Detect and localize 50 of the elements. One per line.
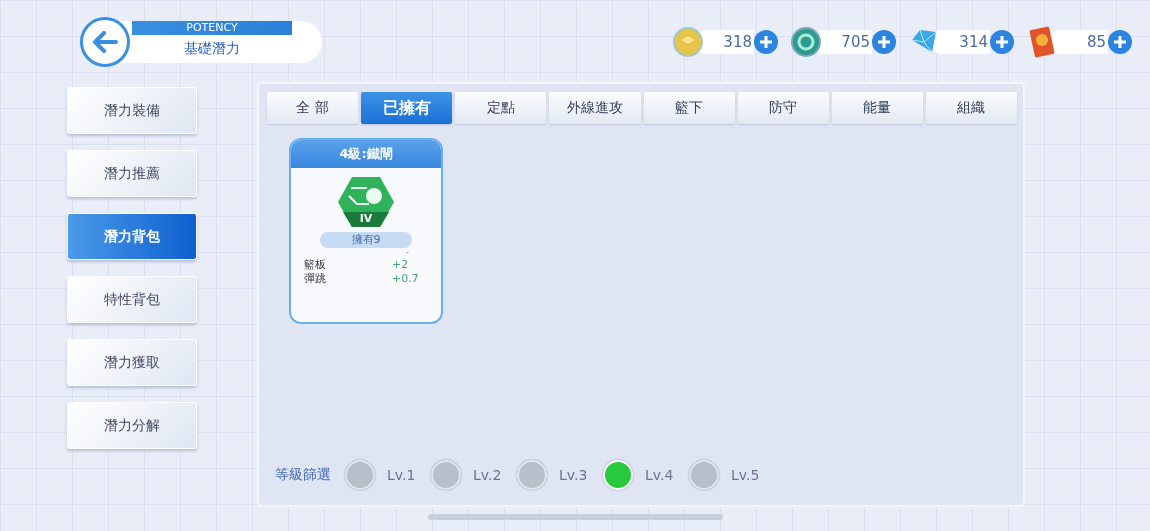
add-button[interactable] <box>754 30 778 54</box>
sidebar-item[interactable]: 特性背包 <box>67 276 197 323</box>
currency-amount: 85 <box>1048 30 1108 54</box>
potential-card[interactable]: 4級:鐵閘 IV 擁有9 - 籃板 +2 彈跳 +0.7 <box>289 138 443 324</box>
level-radio[interactable] <box>345 460 375 490</box>
level-label: Lv.4 <box>645 467 674 483</box>
level-radio[interactable] <box>431 460 461 490</box>
level-label: Lv.1 <box>387 467 416 483</box>
back-arrow-icon <box>92 31 118 53</box>
page-subtitle: POTENCY <box>132 21 292 35</box>
card-title: 4級:鐵閘 <box>291 140 441 168</box>
coin-icon <box>790 26 822 58</box>
grade-label: IV <box>359 212 373 227</box>
sidebar-item[interactable]: 潛力推薦 <box>67 150 197 197</box>
add-button[interactable] <box>872 30 896 54</box>
filter-tab[interactable]: 能量 <box>831 92 923 124</box>
back-button[interactable] <box>80 17 130 67</box>
level-radio[interactable] <box>689 460 719 490</box>
owned-count: 擁有9 <box>320 232 412 248</box>
level-radio[interactable] <box>517 460 547 490</box>
filter-tab[interactable]: 已擁有 <box>361 92 453 124</box>
filter-tab[interactable]: 組織 <box>925 92 1017 124</box>
level-label: Lv.5 <box>731 467 760 483</box>
add-button[interactable] <box>1108 30 1132 54</box>
filter-tab[interactable]: 全 部 <box>267 92 359 124</box>
level-label: Lv.3 <box>559 467 588 483</box>
filter-tab[interactable]: 外線進攻 <box>549 92 641 124</box>
sidebar-item[interactable]: 潛力獲取 <box>67 339 197 386</box>
plus-icon <box>759 35 773 49</box>
stat-name: 彈跳 <box>304 272 326 286</box>
separator-mark: - <box>406 248 409 258</box>
plus-icon <box>1113 35 1127 49</box>
filter-label: 等級篩選 <box>275 466 331 484</box>
stat-value: +0.7 <box>392 272 420 286</box>
hexagon-badge-icon <box>337 176 395 228</box>
sidebar-item[interactable]: 潛力分解 <box>67 402 197 449</box>
stat-name: 籃板 <box>304 258 326 272</box>
add-button[interactable] <box>990 30 1014 54</box>
stat-value: +2 <box>392 258 410 272</box>
page-title: 基礎潛力 <box>183 40 241 58</box>
currency-amount: 314 <box>930 30 990 54</box>
plus-icon <box>877 35 891 49</box>
level-label: Lv.2 <box>473 467 502 483</box>
filter-tab[interactable]: 定點 <box>455 92 547 124</box>
filter-tab[interactable]: 籃下 <box>643 92 735 124</box>
sidebar-item[interactable]: 潛力裝備 <box>67 87 197 134</box>
filter-tab[interactable]: 防守 <box>737 92 829 124</box>
plus-icon <box>995 35 1009 49</box>
sidebar-item[interactable]: 潛力背包 <box>67 213 197 260</box>
coin-icon <box>672 26 704 58</box>
